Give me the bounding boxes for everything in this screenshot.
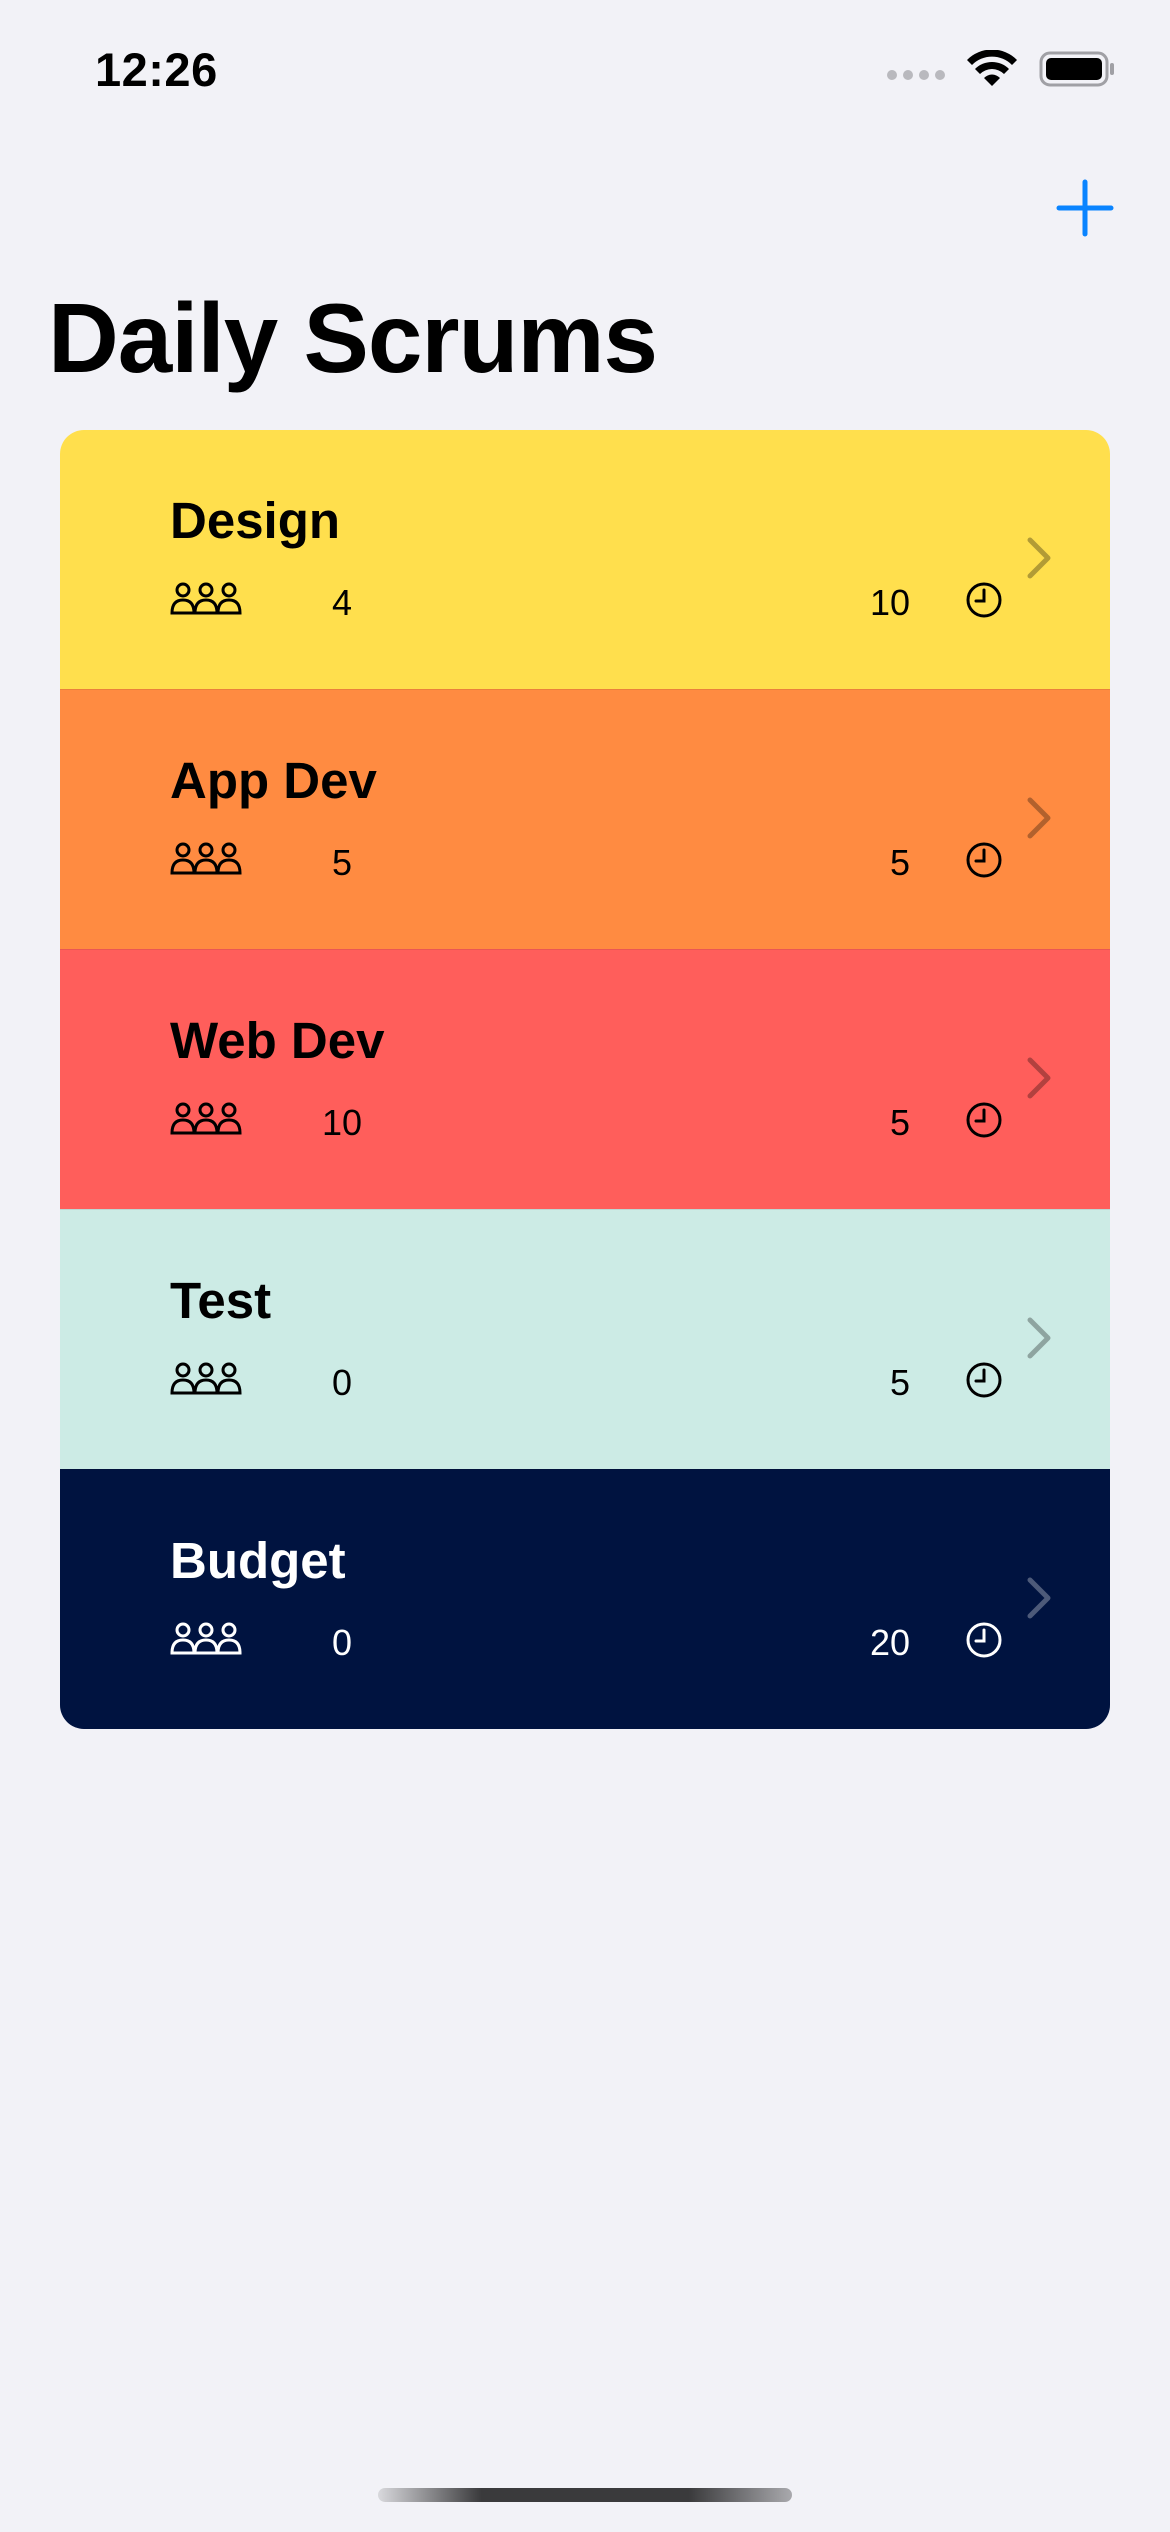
scrum-title: Design (170, 492, 341, 549)
duration-minutes: 20 (869, 1622, 910, 1663)
duration-minutes: 5 (889, 1362, 910, 1403)
scrum-meta: 4 10 (170, 578, 1004, 624)
scrum-meta: 0 5 (170, 1358, 1004, 1404)
attendee-count: 0 (331, 1622, 353, 1663)
scrum-row-budget[interactable]: Budget 0 20 (60, 1469, 1110, 1729)
scrum-meta: 0 20 (170, 1618, 1004, 1664)
person-3-icon (170, 1362, 242, 1395)
attendee-count: 0 (331, 1362, 353, 1403)
chevron-right-icon (1027, 537, 1051, 579)
duration-minutes: 5 (889, 842, 910, 883)
person-3-icon (170, 842, 242, 875)
scrum-list: Design 4 10 App Dev 5 5 Web Dev 10 5 Tes… (60, 430, 1110, 1729)
attendee-count: 10 (321, 1102, 363, 1143)
clock-icon (966, 1362, 1002, 1398)
home-indicator[interactable] (378, 2488, 792, 2502)
status-bar: 12:26 (0, 0, 1170, 140)
clock-icon (966, 582, 1002, 618)
scrum-meta: 10 5 (170, 1098, 1004, 1144)
scrum-meta: 5 5 (170, 838, 1004, 884)
chevron-right-icon (1027, 1577, 1051, 1619)
clock-icon (966, 842, 1002, 878)
duration-minutes: 10 (869, 582, 910, 623)
duration-minutes: 5 (889, 1102, 910, 1143)
scrum-row-test[interactable]: Test 0 5 (60, 1209, 1110, 1469)
plus-icon (1056, 179, 1114, 237)
attendee-count: 5 (331, 842, 353, 883)
clock-icon (966, 1102, 1002, 1138)
chevron-right-icon (1027, 1057, 1051, 1099)
scrum-row-web-dev[interactable]: Web Dev 10 5 (60, 949, 1110, 1209)
chevron-right-icon (1027, 1317, 1051, 1359)
person-3-icon (170, 582, 242, 615)
page-title: Daily Scrums (48, 283, 658, 393)
scrum-row-design[interactable]: Design 4 10 (60, 430, 1110, 689)
scrum-title: Test (170, 1272, 272, 1329)
cellular-signal-icon (887, 70, 945, 80)
clock-icon (966, 1622, 1002, 1658)
attendee-count: 4 (331, 582, 353, 623)
add-scrum-button[interactable] (1055, 178, 1115, 238)
scrum-row-app-dev[interactable]: App Dev 5 5 (60, 689, 1110, 949)
person-3-icon (170, 1102, 242, 1135)
status-icons (887, 50, 1115, 88)
scrum-title: Web Dev (170, 1012, 385, 1069)
person-3-icon (170, 1622, 242, 1655)
chevron-right-icon (1027, 797, 1051, 839)
scrum-title: Budget (170, 1532, 346, 1589)
scrum-title: App Dev (170, 752, 377, 809)
battery-icon (1039, 51, 1114, 87)
wifi-icon (967, 50, 1017, 86)
status-time: 12:26 (95, 43, 218, 96)
